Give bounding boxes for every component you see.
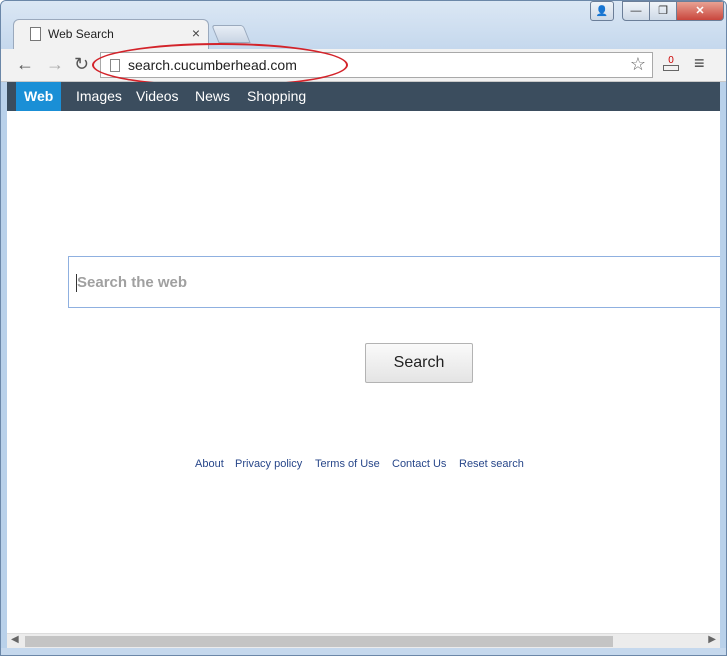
browser-toolbar: ← → ↻ search.cucumberhead.com ☆ [1,49,726,82]
extension-icon[interactable]: 0 [661,55,681,73]
scroll-right-arrow-icon[interactable]: ▶ [708,634,716,645]
scroll-left-arrow-icon[interactable]: ◀ [11,634,19,645]
window-bottom-frame [1,648,726,655]
footer-link-about[interactable]: About [195,458,224,470]
chrome-menu-icon[interactable]: ≡ [694,53,705,74]
maximize-icon: ❐ [658,5,668,17]
close-icon: ✕ [695,5,705,17]
page-icon [30,27,41,41]
search-category-nav: Web Images Videos News Shopping [7,82,720,111]
forward-arrow-icon[interactable]: → [46,55,64,73]
reload-icon[interactable]: ↻ [74,55,89,73]
user-profile-button[interactable]: 👤 [590,1,614,21]
nav-item-images[interactable]: Images [76,82,122,111]
minimize-button[interactable]: — [622,1,650,21]
title-bar: Web Search × 👤 — ❐ ✕ [1,1,726,49]
browser-tab[interactable]: Web Search × [13,19,209,49]
address-bar[interactable]: search.cucumberhead.com ☆ [100,52,653,78]
footer-link-reset-search[interactable]: Reset search [459,458,524,470]
search-button[interactable]: Search [365,343,473,383]
footer-link-terms-of-use[interactable]: Terms of Use [315,458,380,470]
browser-window: Web Search × 👤 — ❐ ✕ ← → ↻ search.cucumb… [0,0,727,656]
close-button[interactable]: ✕ [676,1,724,21]
maximize-button[interactable]: ❐ [649,1,677,21]
tab-close-icon[interactable]: × [192,25,200,41]
page-content: Search the web Search About Privacy poli… [7,111,720,633]
scrollbar-thumb[interactable] [25,636,613,647]
footer-link-contact-us[interactable]: Contact Us [392,458,446,470]
tab-title: Web Search [48,27,114,41]
minimize-icon: — [630,5,642,17]
nav-item-news[interactable]: News [195,82,230,111]
search-input[interactable]: Search the web [68,256,720,308]
page-icon [110,59,120,72]
url-text[interactable]: search.cucumberhead.com [128,57,297,73]
nav-item-web[interactable]: Web [16,82,62,111]
nav-item-videos[interactable]: Videos [136,82,179,111]
back-arrow-icon[interactable]: ← [16,55,34,73]
footer-link-privacy-policy[interactable]: Privacy policy [235,458,302,470]
bookmark-star-icon[interactable]: ☆ [630,54,646,75]
search-placeholder: Search the web [77,274,188,291]
horizontal-scrollbar[interactable]: ◀ ▶ [7,633,720,649]
extension-bar-icon [663,65,679,71]
nav-item-shopping[interactable]: Shopping [247,82,306,111]
new-tab-button[interactable] [211,25,251,43]
user-icon: 👤 [595,6,609,17]
